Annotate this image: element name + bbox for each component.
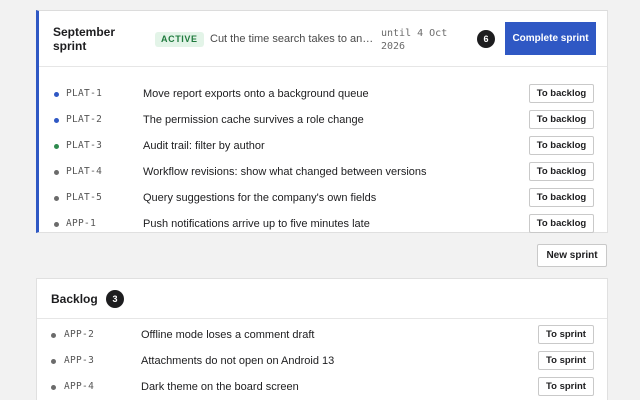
backlog-title: Backlog: [51, 292, 98, 306]
sprint-issue-row: PLAT-4 Workflow revisions: show what cha…: [39, 159, 607, 185]
sprint-issue-row: PLAT-1 Move report exports onto a backgr…: [39, 81, 607, 107]
to-backlog-button[interactable]: To backlog: [529, 188, 594, 207]
issue-key[interactable]: PLAT-5: [66, 191, 102, 205]
backlog-issue-row: APP-2 Offline mode loses a comment draft…: [37, 322, 607, 348]
issue-title[interactable]: Audit trail: filter by author: [143, 139, 265, 153]
issue-key[interactable]: APP-4: [64, 380, 94, 394]
sprint-card: September sprint ACTIVE Cut the time sea…: [36, 10, 608, 233]
new-sprint-button[interactable]: New sprint: [537, 244, 607, 267]
to-backlog-button[interactable]: To backlog: [529, 214, 594, 233]
backlog-issue-row: APP-4 Dark theme on the board screen To …: [37, 374, 607, 400]
backlog-issue-row: APP-3 Attachments do not open on Android…: [37, 348, 607, 374]
issue-title[interactable]: The permission cache survives a role cha…: [143, 113, 364, 127]
status-dot-icon: [51, 385, 56, 390]
sprint-issue-row: APP-1 Push notifications arrive up to fi…: [39, 211, 607, 237]
backlog-header: Backlog 3: [37, 279, 607, 319]
issue-key[interactable]: PLAT-2: [66, 113, 102, 127]
status-dot-icon: [54, 196, 59, 201]
issue-title[interactable]: Dark theme on the board screen: [141, 380, 299, 394]
sprint-goal: Cut the time search takes to ans…: [210, 33, 376, 45]
backlog-card: Backlog 3 APP-2 Offline mode loses a com…: [36, 278, 608, 400]
issue-title[interactable]: Attachments do not open on Android 13: [141, 354, 334, 368]
sprint-header: September sprint ACTIVE Cut the time sea…: [39, 11, 607, 67]
issue-key[interactable]: APP-1: [66, 217, 96, 231]
issue-title[interactable]: Push notifications arrive up to five min…: [143, 217, 370, 231]
to-sprint-button[interactable]: To sprint: [538, 325, 594, 344]
issue-title[interactable]: Offline mode loses a comment draft: [141, 328, 314, 342]
sprint-title: September sprint: [53, 25, 116, 53]
to-sprint-button[interactable]: To sprint: [538, 377, 594, 396]
sprint-issue-row: PLAT-3 Audit trail: filter by author To …: [39, 133, 607, 159]
status-dot-icon: [51, 359, 56, 364]
to-backlog-button[interactable]: To backlog: [529, 162, 594, 181]
sprint-issue-row: PLAT-2 The permission cache survives a r…: [39, 107, 607, 133]
issue-key[interactable]: PLAT-4: [66, 165, 102, 179]
status-dot-icon: [51, 333, 56, 338]
issue-key[interactable]: PLAT-3: [66, 139, 102, 153]
issue-key[interactable]: PLAT-1: [66, 87, 102, 101]
sprint-issue-count: 6: [477, 30, 495, 48]
backlog-issue-count: 3: [106, 290, 124, 308]
sprint-issue-row: PLAT-5 Query suggestions for the company…: [39, 185, 607, 211]
to-backlog-button[interactable]: To backlog: [529, 84, 594, 103]
status-dot-icon: [54, 222, 59, 227]
issue-title[interactable]: Move report exports onto a background qu…: [143, 87, 369, 101]
to-sprint-button[interactable]: To sprint: [538, 351, 594, 370]
status-dot-icon: [54, 144, 59, 149]
to-backlog-button[interactable]: To backlog: [529, 110, 594, 129]
issue-title[interactable]: Query suggestions for the company's own …: [143, 191, 376, 205]
to-backlog-button[interactable]: To backlog: [529, 136, 594, 155]
issue-title[interactable]: Workflow revisions: show what changed be…: [143, 165, 427, 179]
status-dot-icon: [54, 170, 59, 175]
issue-key[interactable]: APP-2: [64, 328, 94, 342]
complete-sprint-button[interactable]: Complete sprint: [505, 22, 596, 55]
status-dot-icon: [54, 92, 59, 97]
status-dot-icon: [54, 118, 59, 123]
status-badge: ACTIVE: [155, 32, 204, 47]
sprint-end-date: until 4 Oct 2026: [381, 28, 448, 52]
issue-key[interactable]: APP-3: [64, 354, 94, 368]
